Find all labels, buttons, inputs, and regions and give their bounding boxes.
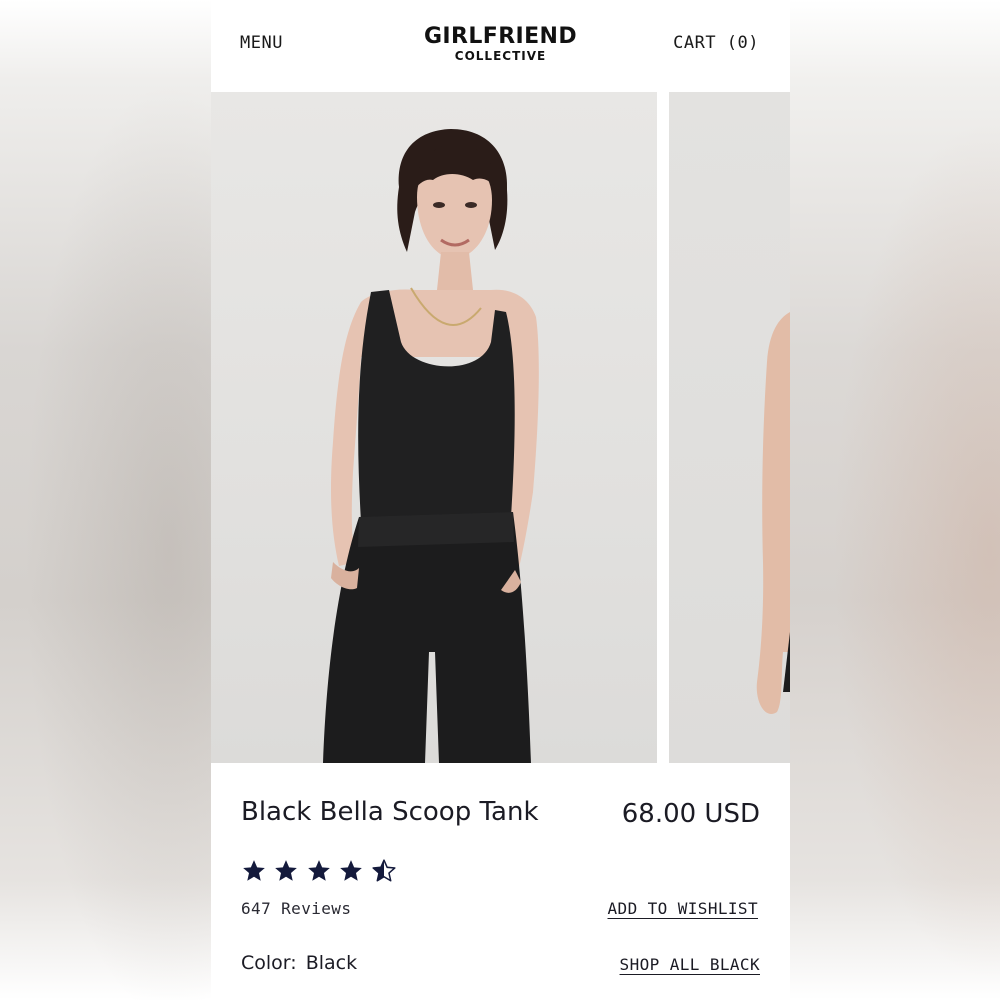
star-half-icon — [372, 859, 396, 882]
product-price: 68.00 USD — [621, 799, 760, 829]
blurred-background-right — [790, 0, 1000, 1000]
blurred-background-left — [0, 0, 211, 1000]
product-title: Black Bella Scoop Tank — [241, 797, 539, 827]
star-icon — [308, 860, 330, 881]
add-to-wishlist-link[interactable]: ADD TO WISHLIST — [608, 899, 759, 918]
star-icon — [243, 860, 265, 881]
color-selector-label: Color: Black — [241, 952, 357, 974]
rating-stars[interactable] — [240, 858, 398, 886]
cart-button[interactable]: CART (0) — [673, 33, 759, 53]
product-image-carousel[interactable] — [211, 92, 790, 763]
review-count-link[interactable]: 647 Reviews — [241, 899, 351, 918]
product-image-next[interactable] — [669, 92, 790, 763]
star-icon — [340, 860, 363, 881]
top-navigation-bar: MENU GIRLFRIEND COLLECTIVE CART (0) — [211, 0, 790, 92]
product-image-main[interactable] — [211, 92, 657, 763]
product-page: MENU GIRLFRIEND COLLECTIVE CART (0) Blac… — [211, 0, 790, 1000]
star-icon — [275, 860, 298, 881]
shop-all-black-link[interactable]: SHOP ALL BLACK — [620, 955, 760, 974]
color-label: Color: — [241, 952, 297, 974]
color-value: Black — [305, 952, 358, 974]
